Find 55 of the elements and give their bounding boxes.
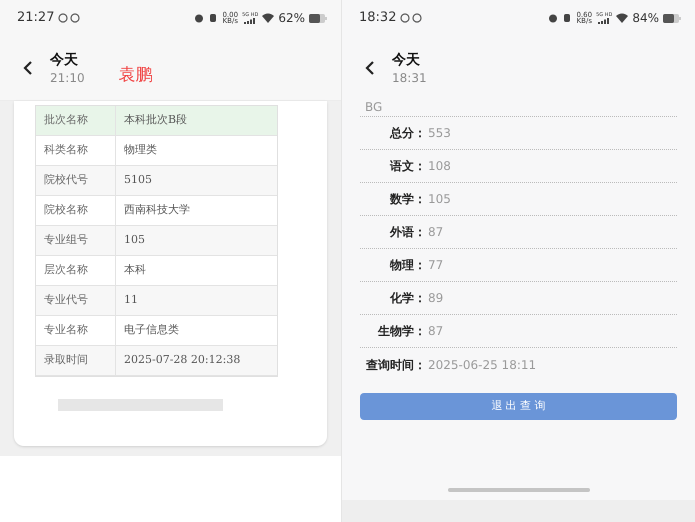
- score-value: 87: [428, 323, 444, 340]
- table-cell: 录取时间: [36, 346, 116, 375]
- score-value: 87: [428, 224, 444, 241]
- back-icon: [365, 60, 375, 76]
- battery-percent: 62%: [278, 10, 305, 27]
- score-label: 外语：: [388, 224, 426, 241]
- wifi-icon: [616, 13, 628, 23]
- cut-text: BG: [360, 100, 677, 117]
- name-annotation: 袁鹏: [118, 64, 153, 88]
- battery-percent: 84%: [632, 10, 659, 27]
- chat-title: 今天: [392, 51, 421, 70]
- score-value: 77: [428, 257, 444, 274]
- table-cell: 院校名称: [36, 196, 116, 225]
- score-label: 化学：: [388, 290, 426, 307]
- score-value: 89: [428, 290, 444, 307]
- score-label: 语文：: [388, 158, 426, 175]
- chat-title: 今天: [50, 51, 79, 70]
- chat-time: 21:10: [50, 70, 85, 86]
- table-cell: 科类名称: [36, 136, 116, 165]
- status-icons: [400, 13, 424, 23]
- table-cell-text: 2025-07-28 20:12:38: [123, 352, 242, 368]
- battery-icon: [309, 14, 327, 22]
- score-label: 生物学：: [376, 323, 426, 340]
- table-cell: 层次名称: [36, 256, 116, 285]
- wifi-icon: [262, 13, 274, 23]
- score-value: 105: [428, 191, 451, 208]
- score-value: 108: [428, 158, 451, 175]
- chat-time: 18:31: [392, 70, 427, 86]
- battery-icon: [663, 14, 681, 22]
- table-cell: 专业名称: [36, 316, 116, 345]
- status-icons: [58, 13, 82, 23]
- table-cell: 专业代号: [36, 286, 116, 315]
- score-label: 查询时间：: [365, 356, 426, 374]
- back-icon: [23, 60, 33, 76]
- table-cell: 批次名称: [36, 106, 116, 135]
- signal-icon: [244, 18, 256, 24]
- signal-icon: [598, 18, 610, 24]
- score-label: 数学：: [388, 191, 426, 208]
- table-cell-text: 5105: [123, 172, 153, 188]
- table-cell-text: 本科批次B段: [123, 112, 188, 128]
- table-cell-text: 105: [123, 232, 146, 248]
- table-cell-text: 西南科技大学: [123, 202, 191, 218]
- table-cell: 专业组号: [36, 226, 116, 255]
- score-label: 总分：: [388, 125, 426, 142]
- table-cell-text: 物理类: [123, 142, 158, 158]
- score-value: 2025-06-25 18:11: [428, 356, 536, 374]
- status-time: 21:27: [17, 9, 54, 28]
- table-cell-text: 本科: [123, 262, 147, 278]
- score-value: 553: [428, 125, 451, 142]
- score-label: 物理：: [388, 257, 426, 274]
- table-cell-text: 11: [123, 292, 139, 308]
- table-cell: 院校代号: [36, 166, 116, 195]
- exit-query-button[interactable]: 退 出 查 询: [360, 393, 677, 420]
- table-cell-text: 电子信息类: [123, 322, 180, 338]
- status-time: 18:32: [359, 9, 396, 28]
